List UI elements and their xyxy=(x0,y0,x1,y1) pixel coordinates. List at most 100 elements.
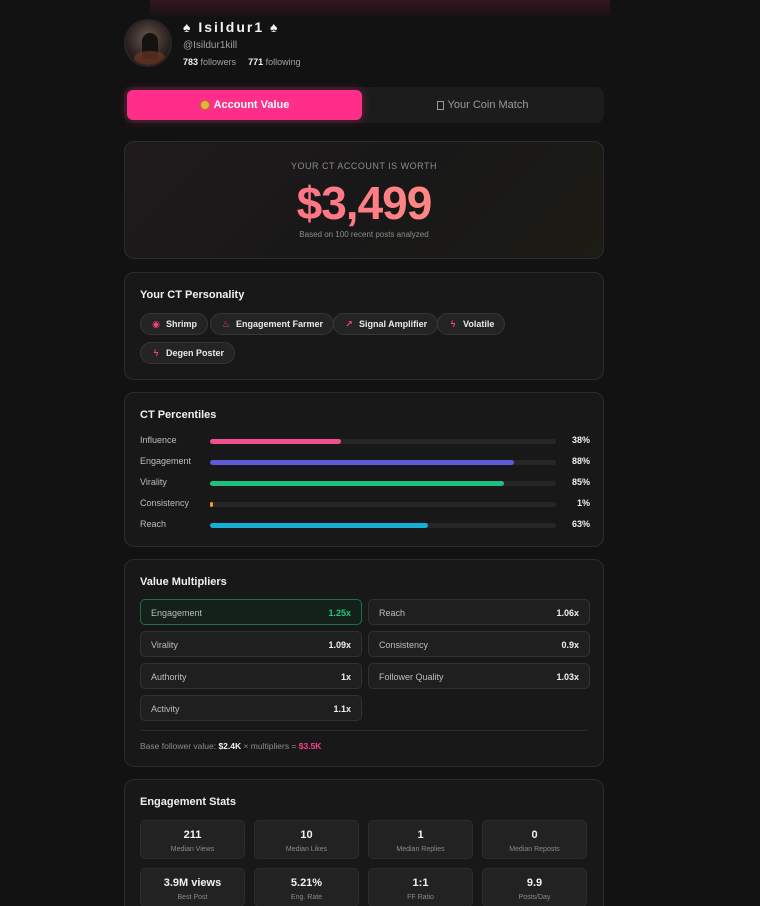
multiplier-label: Engagement xyxy=(151,608,203,618)
multiplier-label: Activity xyxy=(151,704,180,714)
personality-chip-volatile: ϟ Volatile xyxy=(437,313,506,335)
stat-value: 3.9M views xyxy=(163,877,222,889)
engagement-title: Engagement Stats xyxy=(140,796,236,808)
chip-label: Degen Poster xyxy=(166,348,225,358)
multiplier-value: 0.9x xyxy=(561,640,579,650)
followers-label: followers xyxy=(200,57,237,67)
percentile-row: Influence 38% xyxy=(140,435,590,447)
percentile-track xyxy=(210,460,556,465)
stat-value: 1:1 xyxy=(412,877,429,889)
percentile-fill xyxy=(210,523,428,528)
percentile-row: Engagement 88% xyxy=(140,456,590,468)
profile-header: ♠ Isildur1 ♠ @Isildur1kill 783 followers… xyxy=(124,19,604,71)
followers-count: 783 xyxy=(183,57,199,67)
lightning-icon: ϟ xyxy=(450,319,456,329)
multiplier-value: 1x xyxy=(340,672,351,682)
percentiles-card: CT Percentiles Influence 38% Engagement … xyxy=(124,392,604,547)
personality-title: Your CT Personality xyxy=(140,289,245,301)
personality-chip-shrimp: ◉ Shrimp xyxy=(140,313,209,335)
percentile-value: 88% xyxy=(571,456,590,466)
multiplier-label: Follower Quality xyxy=(379,672,444,682)
multiplier-value: 1.09x xyxy=(328,640,351,650)
chip-label: Shrimp xyxy=(166,319,198,329)
stat-ff-ratio: 1:1 FF Ratio xyxy=(368,868,473,906)
multiplier-virality: Virality 1.09x xyxy=(140,631,362,657)
percentile-value: 38% xyxy=(571,435,590,445)
multiplier-authority: Authority 1x xyxy=(140,663,362,689)
chip-label: Signal Amplifier xyxy=(359,319,428,329)
tab-bar: Account Value Your Coin Match xyxy=(124,87,604,123)
multipliers-card: Value Multipliers Engagement 1.25x Reach… xyxy=(124,559,604,767)
stat-median-views: 211 Median Views xyxy=(140,820,245,859)
engagement-stats-card: Engagement Stats 211 Median Views 10 Med… xyxy=(124,779,604,906)
stat-value: 211 xyxy=(183,829,202,841)
stat-median-likes: 10 Median Likes xyxy=(254,820,359,859)
stat-label: Median Likes xyxy=(285,846,328,853)
percentile-row: Virality 85% xyxy=(140,477,590,489)
money-bag-icon xyxy=(199,100,210,110)
multiplier-value: 1.06x xyxy=(556,608,579,618)
stat-label: Median Replies xyxy=(396,846,445,853)
percentile-track xyxy=(210,439,556,444)
following-label: following xyxy=(265,57,301,67)
formula-prefix: Base follower value: xyxy=(140,741,219,751)
multiplier-value: 1.03x xyxy=(556,672,579,682)
tab-label: Account Value xyxy=(213,99,290,111)
missing-glyph-icon xyxy=(436,100,444,110)
tab-account-value[interactable]: Account Value xyxy=(127,90,362,120)
stat-label: Median Reposts xyxy=(509,846,560,853)
follow-stats: 783 followers 771 following xyxy=(183,57,301,67)
eye-icon: ◉ xyxy=(152,318,160,329)
stat-label: Posts/Day xyxy=(518,894,551,901)
percentile-value: 1% xyxy=(576,498,590,508)
multiplier-consistency: Consistency 0.9x xyxy=(368,631,590,657)
stat-median-replies: 1 Median Replies xyxy=(368,820,473,859)
stat-label: FF Ratio xyxy=(407,894,434,901)
percentile-label: Consistency xyxy=(140,498,190,508)
multipliers-title: Value Multipliers xyxy=(140,576,227,588)
percentile-track xyxy=(210,481,556,486)
stat-value: 1 xyxy=(417,829,424,841)
following-count: 771 xyxy=(248,57,264,67)
account-value-amount: $3,499 xyxy=(125,176,603,230)
multiplier-value: 1.1x xyxy=(333,704,351,714)
multiplier-reach: Reach 1.06x xyxy=(368,599,590,625)
multiplier-follower-quality: Follower Quality 1.03x xyxy=(368,663,590,689)
chip-label: Volatile xyxy=(463,319,495,329)
multiplier-engagement: Engagement 1.25x xyxy=(140,599,362,625)
trending-up-icon: ↗ xyxy=(345,318,353,329)
percentile-track xyxy=(210,523,556,528)
tab-label: Your Coin Match xyxy=(447,99,529,111)
tab-coin-match[interactable]: Your Coin Match xyxy=(365,90,600,120)
stat-label: Median Views xyxy=(170,846,215,853)
multiplier-formula: Base follower value: $2.4K × multipliers… xyxy=(140,741,321,751)
percentile-label: Engagement xyxy=(140,456,192,466)
stat-value: 5.21% xyxy=(290,877,323,889)
stat-value: 10 xyxy=(300,829,313,841)
lightning-icon: ϟ xyxy=(153,348,159,358)
profile-name: ♠ Isildur1 ♠ xyxy=(183,19,280,35)
top-glow xyxy=(150,0,610,18)
divider xyxy=(140,730,588,731)
percentile-label: Influence xyxy=(140,435,177,445)
multiplier-label: Reach xyxy=(379,608,406,618)
formula-result: $3.5K xyxy=(298,741,322,751)
percentile-row: Consistency 1% xyxy=(140,498,590,510)
avatar xyxy=(124,19,172,67)
account-value-card: YOUR CT ACCOUNT IS WORTH $3,499 Based on… xyxy=(124,141,604,259)
percentile-value: 63% xyxy=(571,519,590,529)
percentile-fill xyxy=(210,481,505,486)
percentile-fill xyxy=(210,460,515,465)
multiplier-label: Virality xyxy=(151,640,178,650)
percentiles-title: CT Percentiles xyxy=(140,409,217,421)
percentile-label: Reach xyxy=(140,519,167,529)
multiplier-label: Authority xyxy=(151,672,187,682)
multiplier-value: 1.25x xyxy=(328,608,351,618)
percentile-fill xyxy=(210,502,214,507)
percentile-track xyxy=(210,502,556,507)
percentile-value: 85% xyxy=(571,477,590,487)
percentile-row: Reach 63% xyxy=(140,519,590,531)
stat-median-reposts: 0 Median Reposts xyxy=(482,820,587,859)
stat-eng-rate: 5.21% Eng. Rate xyxy=(254,868,359,906)
personality-chip-engagement-farmer: ♨ Engagement Farmer xyxy=(210,313,335,335)
